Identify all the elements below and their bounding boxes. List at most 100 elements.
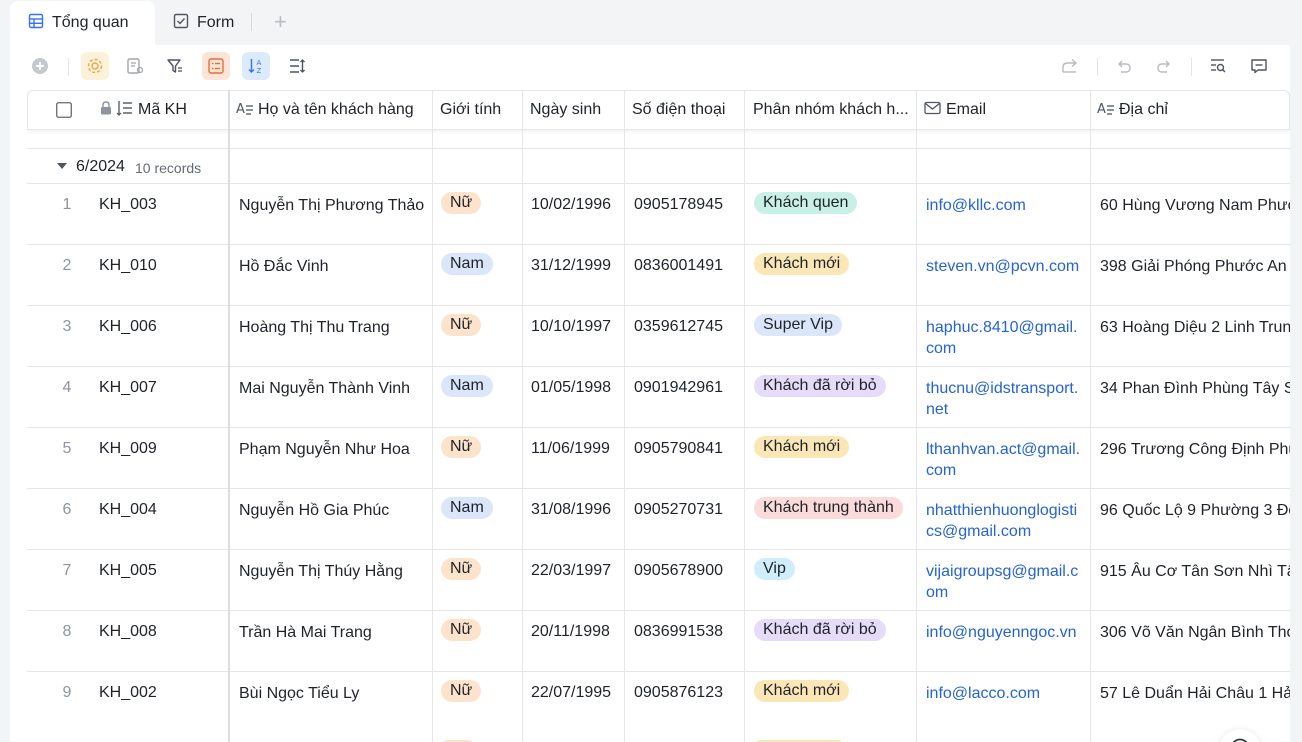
customer-id-cell[interactable]: KH_008 [99, 611, 219, 671]
table-row[interactable]: 7 KH_005 Nguyễn Thị Thúy Hằng Nữ 22/03/1997 0… [27, 550, 1290, 611]
dob-cell[interactable]: 31/12/1999 [531, 245, 627, 305]
add-tab-icon[interactable]: + [274, 11, 287, 33]
phone-cell[interactable]: 0836001491 [634, 245, 744, 305]
customer-name-cell[interactable]: Trần Hà Mai Trang [239, 611, 429, 671]
table-row[interactable]: 9 KH_002 Bùi Ngọc Tiểu Ly Nữ 22/07/1995 09058… [27, 672, 1290, 733]
address-cell[interactable]: 915 Âu Cơ Tân Sơn Nhì Tân [1100, 550, 1290, 610]
customer-group-cell[interactable]: Khách trung thành [754, 489, 919, 549]
customer-name-cell[interactable]: Hồ Đắc Vinh [239, 245, 429, 305]
column-header-group[interactable]: Phân nhóm khách h... [753, 91, 918, 129]
undo-icon[interactable] [1110, 52, 1138, 80]
comment-icon[interactable] [1245, 52, 1273, 80]
address-cell[interactable]: 96 Quốc Lộ 9 Phường 3 Đôn [1100, 489, 1290, 549]
customer-name-cell[interactable]: Mai Nguyễn Thành Vinh [239, 367, 429, 427]
customer-name-cell[interactable]: Bùi Ngọc Tiểu Ly [239, 672, 429, 732]
address-cell[interactable]: 296 Trương Công Định Phườ [1100, 428, 1290, 488]
select-all-checkbox[interactable] [56, 91, 72, 129]
redo-icon[interactable] [1150, 52, 1178, 80]
phone-cell[interactable]: 0905178945 [634, 184, 744, 244]
dob-cell[interactable]: 10/02/1996 [531, 184, 627, 244]
customer-group-cell[interactable]: Khách đã rời bỏ [754, 367, 919, 427]
address-cell[interactable]: 34 Phan Đình Phùng Tây Sơ [1100, 367, 1290, 427]
phone-cell[interactable]: 0905876123 [634, 672, 744, 732]
email-link[interactable]: nhatthienhuonglogistics@gmail.com [926, 489, 1084, 549]
email-link[interactable]: thucnu@idstransport.net [926, 367, 1084, 427]
row-height-icon[interactable] [283, 52, 311, 80]
customer-group-cell[interactable]: Khách quen [754, 184, 919, 244]
dob-cell[interactable]: 11/06/1999 [531, 428, 627, 488]
address-cell[interactable]: 398 Giải Phóng Phước An K [1100, 245, 1290, 305]
customer-id-cell[interactable]: KH_002 [99, 672, 219, 732]
customer-name-cell[interactable]: Phạm Nguyễn Như Hoa [239, 428, 429, 488]
customer-group-cell[interactable]: Khách mới [754, 428, 919, 488]
column-header-email[interactable]: Email [924, 91, 1094, 129]
fields-icon[interactable] [202, 52, 230, 80]
column-header-gender[interactable]: Giới tính [440, 91, 524, 129]
customer-id-cell[interactable]: KH_003 [99, 184, 219, 244]
phone-cell[interactable]: 0836991538 [634, 611, 744, 671]
column-header-phone[interactable]: Số điện thoại [632, 91, 744, 129]
customer-name-cell[interactable]: Nguyễn Thị Thúy Hằng [239, 550, 429, 610]
gender-cell[interactable]: Nam [441, 245, 519, 305]
address-cell[interactable]: 306 Võ Văn Ngân Bình Thọ [1100, 611, 1290, 671]
gender-cell[interactable]: Nữ [441, 184, 519, 244]
gender-cell[interactable]: Nữ [441, 672, 519, 732]
column-header-address[interactable]: A Địa chỉ [1097, 91, 1287, 129]
customer-id-cell[interactable]: KH_009 [99, 428, 219, 488]
email-link[interactable]: steven.vn@pcvn.com [926, 245, 1084, 305]
record-info-icon[interactable] [121, 52, 149, 80]
gender-cell[interactable]: Nam [441, 489, 519, 549]
share-icon[interactable] [1056, 52, 1084, 80]
dob-cell[interactable]: 31/08/1996 [531, 489, 627, 549]
email-link[interactable]: info@nguyenngoc.vn [926, 611, 1084, 671]
customer-group-cell[interactable]: Khách đã rời bỏ [754, 611, 919, 671]
filter-icon[interactable] [161, 52, 189, 80]
table-row[interactable]: 1 KH_003 Nguyễn Thị Phương Thảo Nữ 10/02/199… [27, 184, 1290, 245]
settings-icon[interactable] [81, 52, 109, 80]
email-link[interactable]: haphuc.8410@gmail.com [926, 306, 1084, 366]
table-row[interactable]: 2 KH_010 Hồ Đắc Vinh Nam 31/12/1999 083600149… [27, 245, 1290, 306]
customer-group-cell[interactable]: Super Vip [754, 306, 919, 366]
dob-cell[interactable]: 22/03/1997 [531, 550, 627, 610]
phone-cell[interactable]: 0901942961 [634, 367, 744, 427]
email-link[interactable]: vijaigroupsg@gmail.com [926, 550, 1084, 610]
customer-group-cell[interactable]: Khách mới [754, 245, 919, 305]
customer-group-cell[interactable]: Vip [754, 550, 919, 610]
gender-cell[interactable]: Nữ [441, 611, 519, 671]
customer-id-cell[interactable]: KH_005 [99, 550, 219, 610]
customer-id-cell[interactable]: KH_004 [99, 489, 219, 549]
email-link[interactable]: info@kllc.com [926, 184, 1084, 244]
tab-overview[interactable]: Tổng quan [10, 1, 155, 45]
customer-name-cell[interactable]: Hoàng Thị Thu Trang [239, 306, 429, 366]
address-cell[interactable]: 60 Hùng Vương Nam Phước [1100, 184, 1290, 244]
search-icon[interactable] [1204, 52, 1232, 80]
phone-cell[interactable]: 0905790841 [634, 428, 744, 488]
phone-cell[interactable]: 0905270731 [634, 489, 744, 549]
customer-name-cell[interactable]: Nguyễn Hồ Gia Phúc [239, 489, 429, 549]
dob-cell[interactable]: 22/07/1995 [531, 672, 627, 732]
add-record-icon[interactable] [26, 52, 54, 80]
address-cell[interactable]: 57 Lê Duẩn Hải Châu 1 Hải [1100, 672, 1290, 732]
customer-id-cell[interactable]: KH_010 [99, 245, 219, 305]
email-link[interactable]: info@lacco.com [926, 672, 1084, 732]
tab-form[interactable]: Form [173, 1, 234, 45]
phone-cell[interactable]: 0359612745 [634, 306, 744, 366]
frozen-column-divider[interactable] [228, 90, 230, 742]
phone-cell[interactable]: 0905678900 [634, 550, 744, 610]
dob-cell[interactable]: 01/05/1998 [531, 367, 627, 427]
dob-cell[interactable]: 20/11/1998 [531, 611, 627, 671]
column-header-name[interactable]: A Họ và tên khách hàng [236, 91, 432, 129]
customer-id-cell[interactable]: KH_006 [99, 306, 219, 366]
customer-id-cell[interactable]: KH_007 [99, 367, 219, 427]
customer-name-cell[interactable]: Nguyễn Thị Phương Thảo [239, 184, 429, 244]
customer-group-cell[interactable]: Khách mới [754, 672, 919, 732]
column-header-dob[interactable]: Ngày sinh [530, 91, 626, 129]
dob-cell[interactable]: 10/10/1997 [531, 306, 627, 366]
group-header[interactable]: 6/2024 10 records [27, 148, 1290, 184]
collapse-caret-icon[interactable] [57, 163, 67, 169]
table-row[interactable]: 5 KH_009 Phạm Nguyễn Như Hoa Nữ 11/06/1999 09… [27, 428, 1290, 489]
gender-cell[interactable]: Nữ [441, 306, 519, 366]
table-row[interactable]: 8 KH_008 Trần Hà Mai Trang Nữ 20/11/1998 0836… [27, 611, 1290, 672]
email-link[interactable]: lthanhvan.act@gmail.com [926, 428, 1084, 488]
table-row[interactable]: 6 KH_004 Nguyễn Hồ Gia Phúc Nam 31/08/1996 09… [27, 489, 1290, 550]
